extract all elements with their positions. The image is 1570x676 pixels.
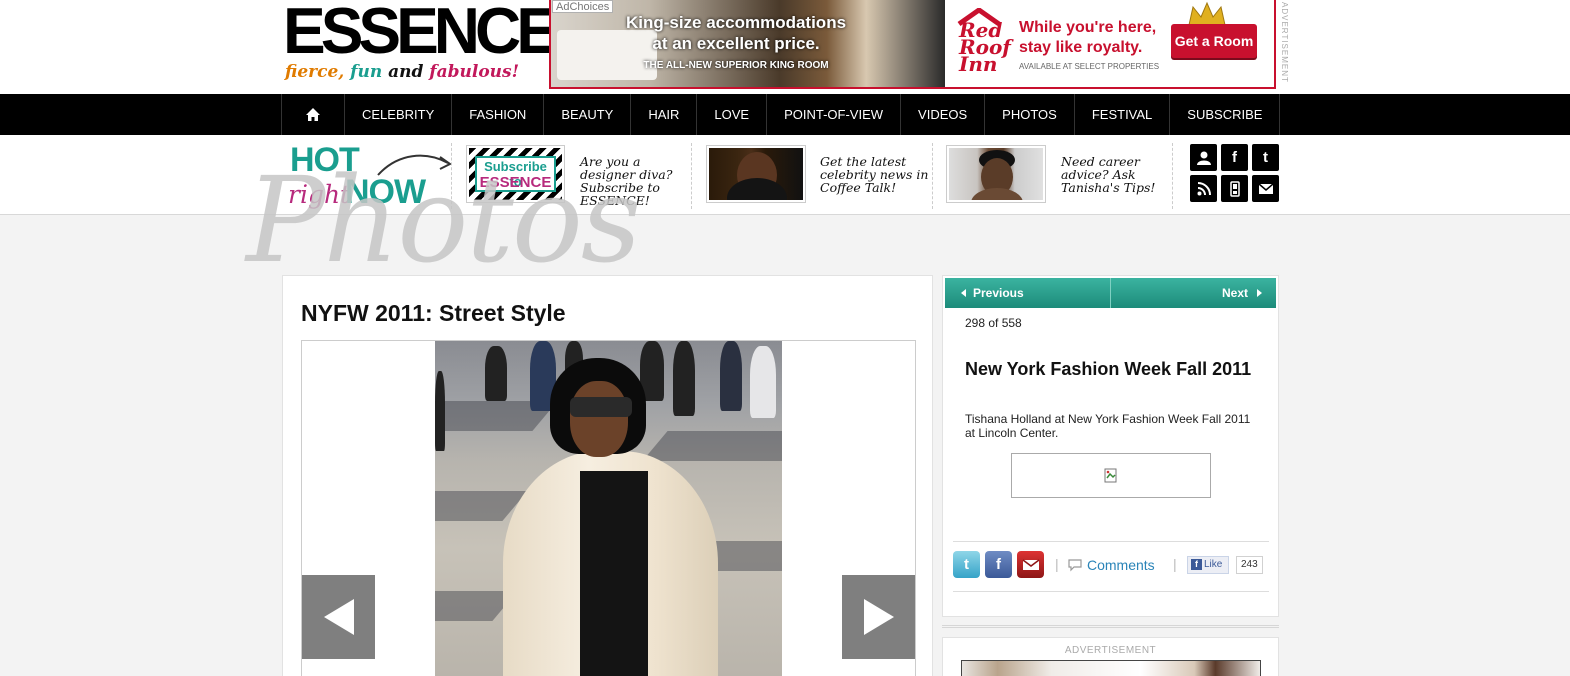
tanishas-tips-promo-text[interactable]: Need career advice? Ask Tanisha's Tips! bbox=[1061, 155, 1161, 194]
facebook-share-icon[interactable]: f bbox=[985, 551, 1012, 578]
profile-icon[interactable] bbox=[1190, 144, 1217, 171]
ad-vertical-label: ADVERTISEMENT bbox=[1280, 2, 1289, 83]
hot-right-now-bar: HOT right NOW Subscribe to ESSENCE Are y… bbox=[0, 135, 1570, 215]
nav-love[interactable]: LOVE bbox=[697, 94, 768, 135]
nav-home[interactable] bbox=[282, 94, 345, 135]
like-label: Like bbox=[1204, 559, 1223, 570]
left-arrow-icon bbox=[323, 599, 354, 635]
gallery-title: NYFW 2011: Street Style bbox=[301, 300, 566, 326]
essence-logo[interactable]: ESSENCE fierce, fun and fabulous! bbox=[283, 0, 559, 88]
logo-tagline: fierce, fun and fabulous! bbox=[285, 62, 519, 82]
caret-right-icon bbox=[1257, 289, 1262, 297]
photo-counter: 298 of 558 bbox=[965, 316, 1022, 330]
nav-photos[interactable]: PHOTOS bbox=[985, 94, 1075, 135]
tagline-fierce: fierce, bbox=[285, 62, 345, 82]
tanishas-tips-promo-image[interactable] bbox=[946, 145, 1046, 203]
nav-videos[interactable]: VIDEOS bbox=[901, 94, 986, 135]
ad-label: ADVERTISEMENT bbox=[1064, 645, 1157, 656]
ad-headline: King-size accommodations at an excellent… bbox=[625, 13, 847, 53]
next-label: Next bbox=[1221, 286, 1248, 300]
mobile-icon[interactable] bbox=[1221, 175, 1248, 202]
nav-beauty[interactable]: BEAUTY bbox=[544, 94, 632, 135]
comments-link[interactable]: Comments bbox=[1087, 557, 1155, 573]
like-count: 243 bbox=[1236, 556, 1263, 574]
share-bar: t f | Comments | f Like 243 bbox=[953, 551, 1269, 581]
nav-point-of-view[interactable]: POINT-OF-VIEW bbox=[767, 94, 902, 135]
divider bbox=[942, 625, 1279, 628]
separator: | bbox=[1173, 556, 1177, 572]
gallery-photo[interactable] bbox=[435, 341, 782, 676]
email-share-icon[interactable] bbox=[1017, 551, 1044, 578]
facebook-icon[interactable]: f bbox=[1221, 144, 1248, 171]
home-icon bbox=[306, 108, 320, 121]
tagline-fun: fun bbox=[350, 62, 383, 82]
photo-blouse bbox=[580, 471, 648, 676]
nav-fashion[interactable]: FASHION bbox=[452, 94, 545, 135]
promo-divider bbox=[691, 143, 692, 209]
promo-divider bbox=[1172, 143, 1173, 209]
photo-description: Tishana Holland at New York Fashion Week… bbox=[965, 412, 1251, 440]
get-a-room-button[interactable]: Get a Room bbox=[1171, 24, 1257, 58]
nav-hair[interactable]: HAIR bbox=[631, 94, 698, 135]
photo-face bbox=[570, 381, 628, 457]
social-icon-grid: f t bbox=[1190, 144, 1280, 204]
nav-celebrity[interactable]: CELEBRITY bbox=[345, 94, 453, 135]
comment-bubble-icon bbox=[1068, 559, 1082, 572]
twitter-icon[interactable]: t bbox=[1252, 144, 1279, 171]
divider bbox=[953, 541, 1269, 542]
top-ad-banner[interactable]: AdChoices King-size accommodations at an… bbox=[549, 0, 1276, 89]
photo-pager: Previous Next bbox=[945, 278, 1276, 308]
facebook-like-button[interactable]: f Like bbox=[1187, 556, 1229, 574]
ad-availability-text: AVAILABLE AT SELECT PROPERTIES bbox=[1019, 62, 1160, 71]
gallery-panel: NYFW 2011: Street Style bbox=[282, 275, 933, 676]
logo-wordmark: ESSENCE bbox=[283, 0, 559, 68]
email-icon[interactable] bbox=[1252, 175, 1279, 202]
nav-subscribe[interactable]: SUBSCRIBE bbox=[1170, 94, 1281, 135]
rss-icon[interactable] bbox=[1190, 175, 1217, 202]
adchoices-badge[interactable]: AdChoices bbox=[552, 0, 614, 13]
sidebar-ad-image[interactable] bbox=[961, 660, 1261, 676]
embedded-widget-box bbox=[1011, 453, 1211, 498]
red-roof-wordmark: Red Roof Inn bbox=[959, 18, 1011, 76]
promo-divider bbox=[932, 143, 933, 209]
nav-festival[interactable]: FESTIVAL bbox=[1075, 94, 1171, 135]
broken-image-icon bbox=[1104, 468, 1117, 482]
coffee-talk-promo-text[interactable]: Get the latest celebrity news in Coffee … bbox=[820, 155, 932, 194]
previous-label: Previous bbox=[973, 286, 1024, 300]
tagline-fabulous: fabulous! bbox=[429, 62, 520, 82]
previous-photo-button[interactable] bbox=[302, 575, 375, 659]
red-roof-logo: Red Roof Inn bbox=[955, 6, 1011, 76]
divider bbox=[953, 591, 1269, 592]
photo-title: New York Fashion Week Fall 2011 bbox=[965, 359, 1252, 379]
caret-left-icon bbox=[961, 289, 966, 297]
separator: | bbox=[1055, 556, 1059, 572]
right-arrow-icon bbox=[863, 599, 894, 635]
sidebar-ad[interactable]: ADVERTISEMENT bbox=[942, 637, 1279, 676]
photos-section-watermark: Photos bbox=[246, 151, 641, 289]
site-header: ESSENCE fierce, fun and fabulous! AdChoi… bbox=[0, 0, 1570, 94]
main-nav: CELEBRITY FASHION BEAUTY HAIR LOVE POINT… bbox=[0, 94, 1570, 135]
photo-info-panel: Previous Next 298 of 558 New York Fashio… bbox=[942, 275, 1279, 617]
facebook-like-icon: f bbox=[1191, 558, 1202, 570]
ad-royalty-text: While you're here, stay like royalty. bbox=[1019, 19, 1157, 56]
tagline-and: and bbox=[388, 62, 424, 82]
previous-button[interactable]: Previous bbox=[945, 278, 1111, 308]
photo-sunglasses bbox=[570, 397, 632, 417]
coffee-talk-promo-image[interactable] bbox=[706, 145, 806, 203]
next-photo-button[interactable] bbox=[842, 575, 915, 659]
ad-subline: THE ALL-NEW SUPERIOR KING ROOM bbox=[643, 60, 829, 71]
twitter-share-icon[interactable]: t bbox=[953, 551, 980, 578]
next-button[interactable]: Next bbox=[1111, 278, 1276, 308]
gallery-photo-frame bbox=[301, 340, 916, 676]
